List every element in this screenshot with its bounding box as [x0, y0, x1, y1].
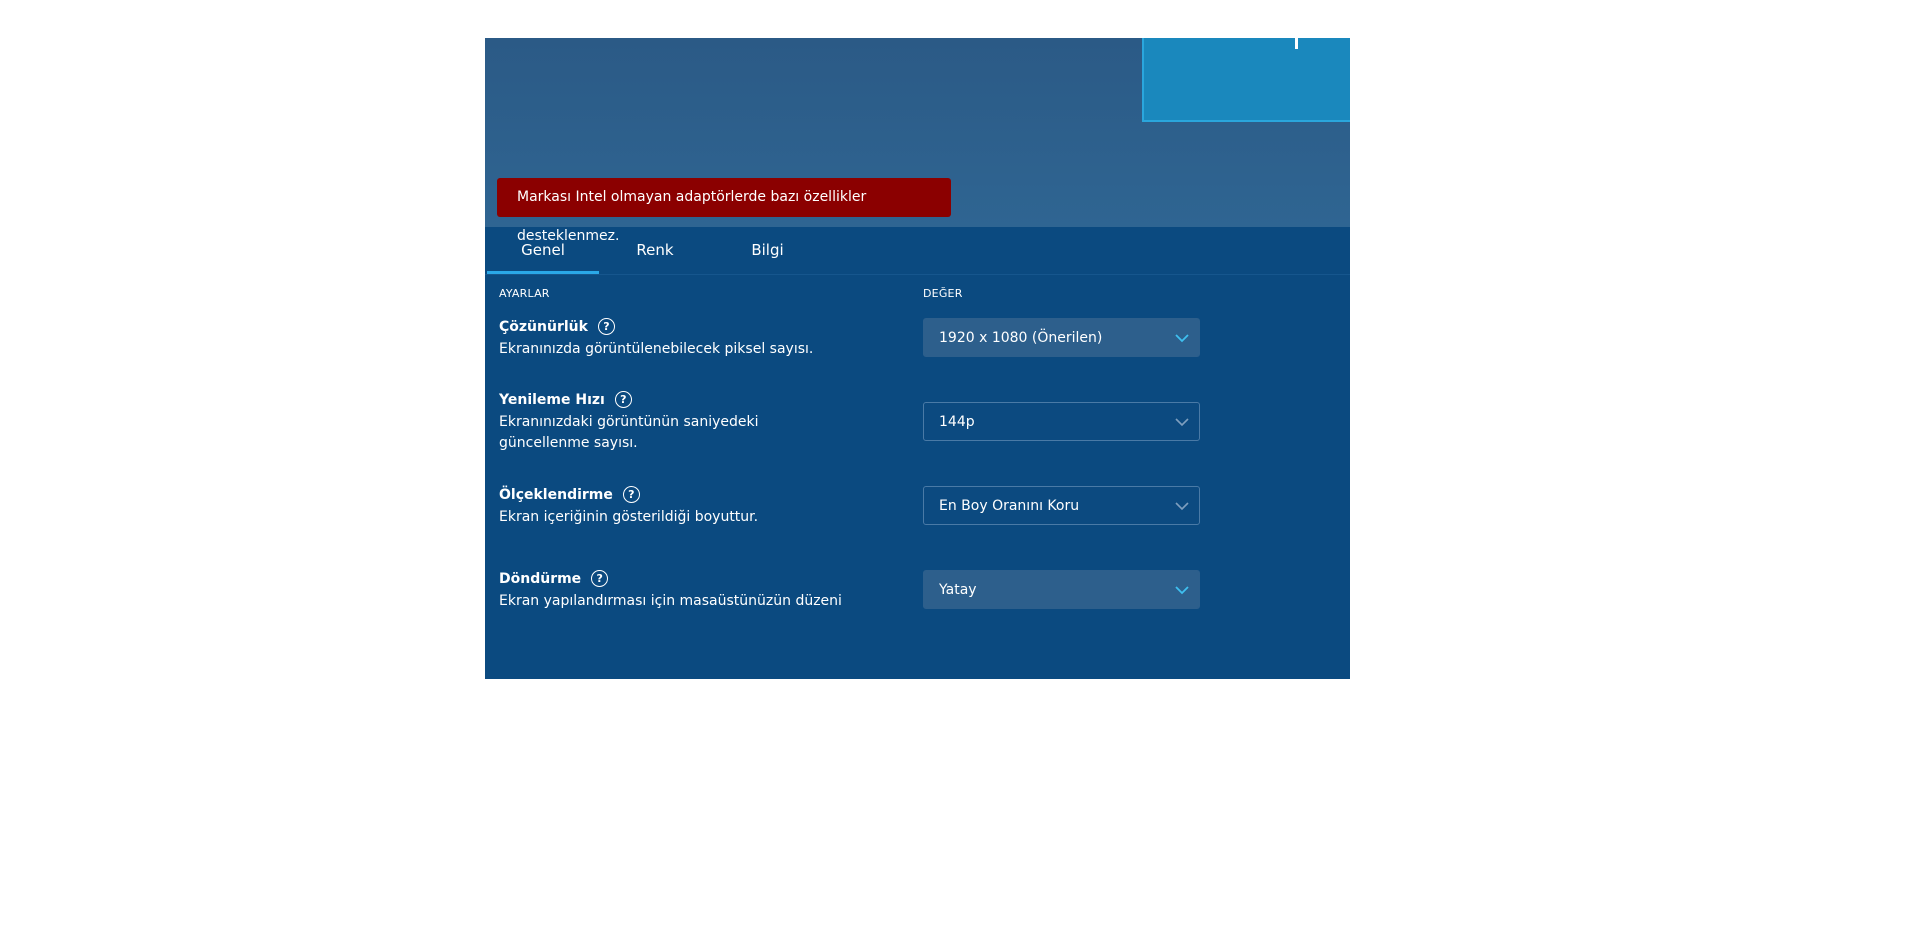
monitor-preview-tile[interactable] [1142, 38, 1350, 122]
unsupported-adapter-warning: Markası Intel olmayan adaptörlerde bazı … [497, 178, 951, 244]
help-circle-icon[interactable]: ? [597, 318, 615, 335]
dropdown-value: 144p [939, 414, 975, 430]
dropdown-value: Yatay [939, 582, 977, 598]
setting-title: Ölçeklendirme [499, 486, 613, 503]
setting-row-rotation: Döndürme ? Ekran yapılandırması için mas… [499, 570, 1334, 612]
display-settings-panel: Markası Intel olmayan adaptörlerde bazı … [485, 38, 1350, 679]
tab-bar: Genel Renk Bilgi [485, 227, 1350, 275]
setting-description: Ekran içeriğinin gösterildiği boyuttur. [499, 509, 759, 525]
resolution-dropdown[interactable]: 1920 x 1080 (Önerilen) [923, 318, 1200, 357]
rotation-dropdown[interactable]: Yatay [923, 570, 1200, 609]
help-circle-icon[interactable]: ? [591, 570, 609, 587]
setting-title: Çözünürlük [499, 318, 588, 335]
setting-row-scaling: Ölçeklendirme ? Ekran içeriğinin gösteri… [499, 486, 1334, 528]
setting-description: Ekranınızda görüntülenebilecek piksel sa… [499, 341, 814, 357]
setting-description: Ekran yapılandırması için masaüstünüzün … [499, 593, 842, 609]
value-column-header: DEĞER [923, 287, 963, 300]
monitor-identifier-mark [1295, 38, 1298, 49]
setting-title: Döndürme [499, 570, 582, 587]
help-circle-icon[interactable]: ? [622, 486, 640, 503]
setting-title: Yenileme Hızı [499, 391, 605, 408]
tab-genel[interactable]: Genel [487, 227, 599, 274]
scaling-dropdown[interactable]: En Boy Oranını Koru [923, 486, 1200, 525]
setting-description: Ekranınızdaki görüntünün saniyedeki günc… [499, 414, 759, 451]
settings-column-header: AYARLAR [499, 287, 550, 300]
dropdown-value: En Boy Oranını Koru [939, 498, 1080, 514]
tab-renk[interactable]: Renk [599, 227, 711, 274]
chevron-down-icon [1174, 498, 1190, 514]
tab-bilgi[interactable]: Bilgi [711, 227, 824, 274]
dropdown-value: 1920 x 1080 (Önerilen) [939, 330, 1103, 346]
display-preview-area: Markası Intel olmayan adaptörlerde bazı … [485, 38, 1350, 244]
setting-row-refresh-rate: Yenileme Hızı ? Ekranınızdaki görüntünün… [499, 391, 1334, 454]
setting-row-resolution: Çözünürlük ? Ekranınızda görüntülenebile… [499, 318, 1334, 360]
help-circle-icon[interactable]: ? [614, 391, 632, 408]
chevron-down-icon [1174, 330, 1190, 346]
chevron-down-icon [1174, 414, 1190, 430]
chevron-down-icon [1174, 582, 1190, 598]
refresh-rate-dropdown[interactable]: 144p [923, 402, 1200, 441]
